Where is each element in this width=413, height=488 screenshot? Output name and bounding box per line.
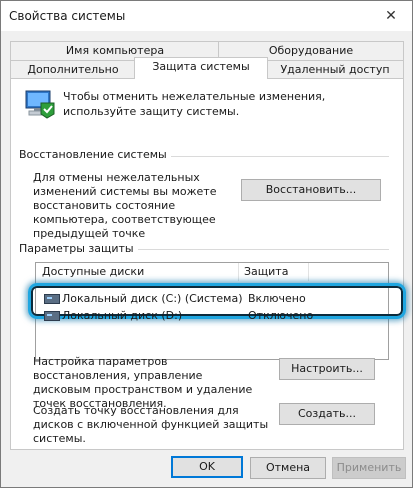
column-header-protection[interactable]: Защита — [244, 265, 288, 278]
system-protection-panel: Чтобы отменить нежелательные изменения, … — [10, 78, 406, 450]
ok-button[interactable]: OK — [171, 456, 243, 478]
drive-icon — [44, 294, 60, 304]
drive-name: Локальный диск (D:) — [62, 309, 183, 322]
tab-remote[interactable]: Удаленный доступ — [266, 60, 404, 79]
intro-text: Чтобы отменить нежелательные изменения, … — [63, 90, 326, 118]
drive-status: Включено — [248, 292, 306, 305]
window-title: Свойства системы — [9, 9, 126, 23]
title-bar: Свойства системы ✕ — [1, 1, 412, 31]
drive-row-c[interactable]: Локальный диск (C:) (Система) Включено — [28, 283, 406, 319]
restore-button[interactable]: Восстановить... — [241, 179, 381, 201]
create-button[interactable]: Создать... — [279, 403, 375, 425]
system-properties-window: Свойства системы ✕ Имя компьютера Оборуд… — [0, 0, 413, 488]
tab-label: Оборудование — [268, 44, 354, 57]
drive-row-d[interactable]: Локальный диск (D:) Отключено — [42, 306, 382, 324]
tab-system-protection[interactable]: Защита системы — [134, 57, 268, 79]
apply-button[interactable]: Применить — [332, 457, 406, 479]
tab-label: Удаленный доступ — [280, 63, 390, 76]
cancel-button[interactable]: Отмена — [250, 457, 326, 479]
drives-list[interactable]: Доступные диски Защита Локальный диск (C… — [28, 262, 406, 360]
drive-name: Локальный диск (C:) (Система) — [62, 292, 243, 305]
configure-text: Настройка параметров восстановления, упр… — [33, 355, 253, 410]
column-header-drives[interactable]: Доступные диски — [42, 265, 144, 278]
system-protection-icon — [23, 87, 57, 121]
tab-label: Дополнительно — [27, 63, 119, 76]
drive-icon — [44, 311, 60, 321]
column-separator — [308, 263, 309, 281]
configure-button[interactable]: Настроить... — [279, 358, 375, 380]
tab-advanced[interactable]: Дополнительно — [10, 60, 136, 79]
drive-status: Отключено — [248, 309, 314, 322]
protection-heading: Параметры защиты — [19, 242, 138, 255]
restore-heading: Восстановление системы — [19, 148, 171, 161]
tab-label: Защита системы — [152, 60, 250, 73]
column-separator — [238, 263, 239, 281]
tab-label: Имя компьютера — [65, 44, 165, 57]
close-icon[interactable]: ✕ — [380, 6, 402, 26]
create-text: Создать точку восстановления для дисков … — [33, 404, 269, 445]
